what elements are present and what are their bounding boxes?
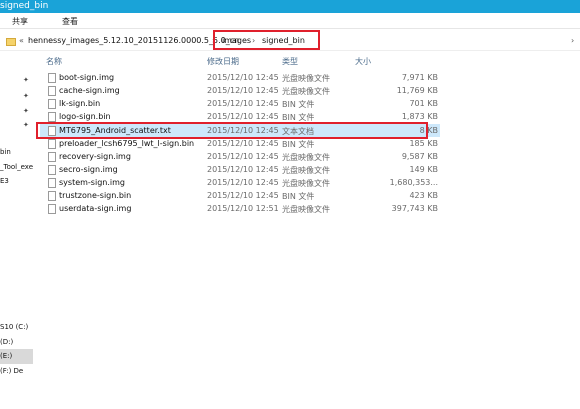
file-icon <box>48 139 56 149</box>
file-row[interactable]: lk-sign.bin 2015/12/10 12:45 BIN 文件 701 … <box>40 97 440 110</box>
breadcrumb-root[interactable]: hennessy_images_5.12.10_20151126.0000.5_… <box>28 36 239 45</box>
file-row[interactable]: system-sign.img 2015/12/10 12:45 光盘映像文件 … <box>40 176 440 189</box>
file-name: trustzone-sign.bin <box>59 191 132 200</box>
file-date: 2015/12/10 12:51 <box>207 204 279 213</box>
file-row[interactable]: secro-sign.img 2015/12/10 12:45 光盘映像文件 1… <box>40 163 440 176</box>
file-type: 光盘映像文件 <box>282 205 330 214</box>
file-row[interactable]: trustzone-sign.bin 2015/12/10 12:45 BIN … <box>40 189 440 202</box>
file-date: 2015/12/10 12:45 <box>207 178 279 187</box>
file-size: 423 KB <box>409 191 438 200</box>
navigation-pane: ✦ ✦ ✦ ✦ bin _Tool_exe E3 S10 (C:) (D:) (… <box>0 51 40 409</box>
nav-item-tool-exe[interactable]: _Tool_exe <box>0 163 33 171</box>
file-name: userdata-sign.img <box>59 204 132 213</box>
breadcrumb-signed-bin[interactable]: signed_bin <box>262 36 305 45</box>
text-file-icon <box>48 126 56 136</box>
file-date: 2015/12/10 12:45 <box>207 139 279 148</box>
file-size: 7,971 KB <box>401 73 438 82</box>
file-size: 701 KB <box>409 99 438 108</box>
file-row[interactable]: userdata-sign.img 2015/12/10 12:51 光盘映像文… <box>40 202 440 215</box>
pin-icon[interactable]: ✦ <box>23 76 29 84</box>
file-row[interactable]: cache-sign.img 2015/12/10 12:45 光盘映像文件 1… <box>40 84 440 97</box>
file-row[interactable]: recovery-sign.img 2015/12/10 12:45 光盘映像文… <box>40 150 440 163</box>
file-name: system-sign.img <box>59 178 125 187</box>
file-date: 2015/12/10 12:45 <box>207 86 279 95</box>
file-type: 光盘映像文件 <box>282 179 330 188</box>
file-icon <box>48 86 56 96</box>
file-icon <box>48 112 56 122</box>
file-row[interactable]: preloader_lcsh6795_lwt_l-sign.bin 2015/1… <box>40 137 440 150</box>
file-name: boot-sign.img <box>59 73 115 82</box>
folder-icon <box>6 38 16 46</box>
nav-item-bin[interactable]: bin <box>0 148 11 156</box>
file-icon <box>48 178 56 188</box>
column-size[interactable]: 大小 <box>355 56 371 67</box>
address-bar[interactable]: « hennessy_images_5.12.10_20151126.0000.… <box>0 29 580 51</box>
file-name: MT6795_Android_scatter.txt <box>59 126 171 135</box>
tab-share[interactable]: 共享 <box>12 16 28 27</box>
file-date: 2015/12/10 12:45 <box>207 152 279 161</box>
file-name: secro-sign.img <box>59 165 118 174</box>
file-type: 光盘映像文件 <box>282 153 330 162</box>
file-date: 2015/12/10 12:45 <box>207 73 279 82</box>
file-row-selected[interactable]: MT6795_Android_scatter.txt 2015/12/10 12… <box>40 124 440 137</box>
file-icon <box>48 191 56 201</box>
file-name: logo-sign.bin <box>59 112 111 121</box>
file-size: 185 KB <box>409 139 438 148</box>
nav-item-drive-d[interactable]: (D:) <box>0 338 13 346</box>
pin-icon[interactable]: ✦ <box>23 121 29 129</box>
file-type: 光盘映像文件 <box>282 166 330 175</box>
title-bar: signed_bin <box>0 0 580 13</box>
file-icon <box>48 152 56 162</box>
file-type: BIN 文件 <box>282 113 315 122</box>
file-size: 149 KB <box>409 165 438 174</box>
breadcrumb-separator-icon[interactable]: › <box>212 36 215 45</box>
breadcrumb-separator-icon[interactable]: › <box>252 36 255 45</box>
file-icon <box>48 204 56 214</box>
file-type: BIN 文件 <box>282 100 315 109</box>
nav-item-drive-c[interactable]: S10 (C:) <box>0 323 28 331</box>
window-title: signed_bin <box>0 1 49 11</box>
file-type: 光盘映像文件 <box>282 74 330 83</box>
file-name: lk-sign.bin <box>59 99 101 108</box>
file-size: 9,587 KB <box>401 152 438 161</box>
file-size: 1,873 KB <box>401 112 438 121</box>
nav-item-drive-e[interactable]: (E:) <box>0 352 12 360</box>
file-date: 2015/12/10 12:45 <box>207 112 279 121</box>
tab-view[interactable]: 查看 <box>62 16 78 27</box>
file-name: recovery-sign.img <box>59 152 131 161</box>
file-name: cache-sign.img <box>59 86 120 95</box>
file-type: 文本文档 <box>282 127 314 136</box>
column-name[interactable]: 名称 <box>46 56 62 67</box>
pin-icon[interactable]: ✦ <box>23 92 29 100</box>
back-chevron-icon[interactable]: « <box>19 36 24 45</box>
file-size: 8 KB <box>419 126 438 135</box>
file-icon <box>48 73 56 83</box>
file-list: 名称 修改日期 类型 大小 boot-sign.img 2015/12/10 1… <box>40 51 580 409</box>
file-name: preloader_lcsh6795_lwt_l-sign.bin <box>59 139 195 148</box>
file-icon <box>48 165 56 175</box>
column-type[interactable]: 类型 <box>282 56 298 67</box>
file-date: 2015/12/10 12:45 <box>207 165 279 174</box>
file-icon <box>48 99 56 109</box>
column-date[interactable]: 修改日期 <box>207 56 239 67</box>
file-row[interactable]: boot-sign.img 2015/12/10 12:45 光盘映像文件 7,… <box>40 71 440 84</box>
file-date: 2015/12/10 12:45 <box>207 191 279 200</box>
file-type: 光盘映像文件 <box>282 87 330 96</box>
address-expand-icon[interactable]: › <box>571 36 574 45</box>
file-size: 1,680,353... <box>389 178 438 187</box>
file-date: 2015/12/10 12:45 <box>207 126 279 135</box>
breadcrumb-images[interactable]: images <box>222 36 251 45</box>
file-date: 2015/12/10 12:45 <box>207 99 279 108</box>
file-type: BIN 文件 <box>282 140 315 149</box>
pin-icon[interactable]: ✦ <box>23 107 29 115</box>
file-size: 11,769 KB <box>396 86 438 95</box>
nav-item-drive-f[interactable]: (F:) De <box>0 367 23 375</box>
ribbon: 共享 查看 <box>0 13 580 29</box>
nav-item-e3[interactable]: E3 <box>0 177 9 185</box>
file-row[interactable]: logo-sign.bin 2015/12/10 12:45 BIN 文件 1,… <box>40 110 440 123</box>
column-header: 名称 修改日期 类型 大小 <box>40 53 580 68</box>
file-type: BIN 文件 <box>282 192 315 201</box>
file-size: 397,743 KB <box>391 204 438 213</box>
